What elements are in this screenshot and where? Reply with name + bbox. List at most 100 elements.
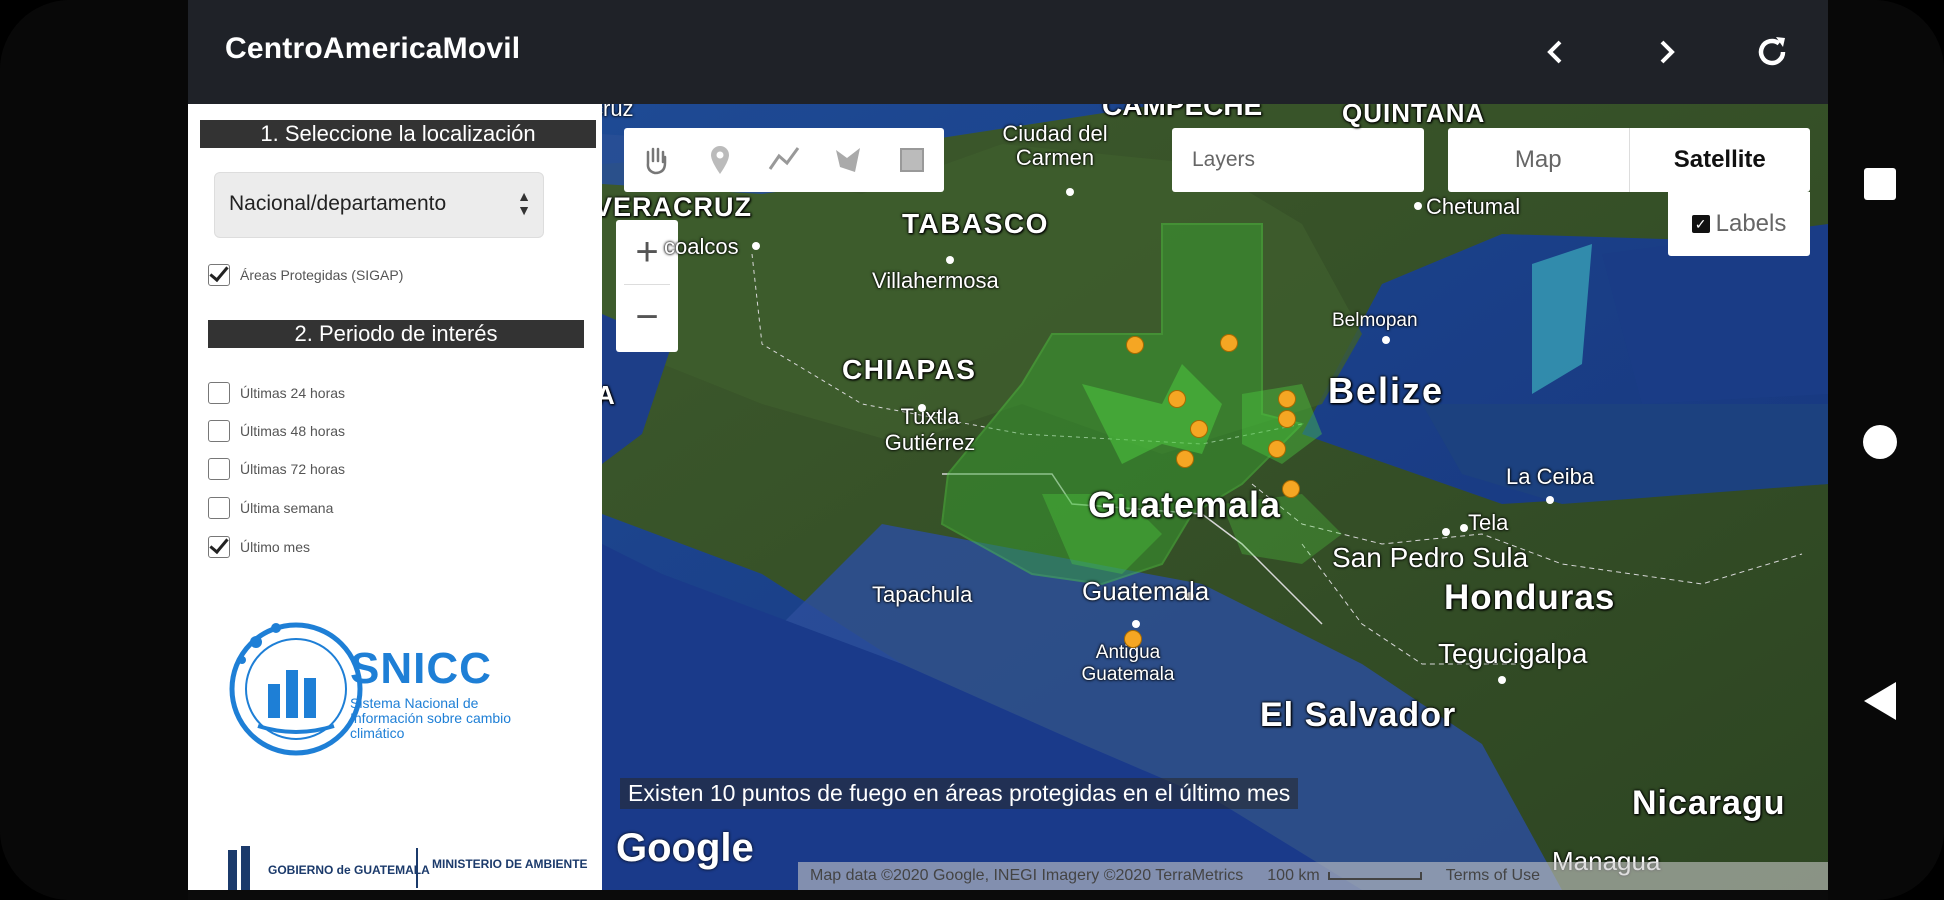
section-period-header: 2. Periodo de interés	[208, 320, 584, 348]
map-city-tela: Tela	[1468, 510, 1509, 535]
sidebar: 1. Seleccione la localización Nacional/d…	[188, 104, 602, 890]
labels-checkbox[interactable]: ✓	[1691, 215, 1710, 233]
scale-label: 100 km	[1267, 867, 1320, 884]
app-screen: CentroAmericaMovil 1. Seleccione la loca…	[188, 0, 1828, 890]
left-bezel	[0, 0, 188, 900]
snicc-logo-title: SNICC	[350, 644, 492, 693]
zoom-out-button[interactable]: −	[616, 285, 678, 349]
map-type-control: Map Satellite	[1448, 128, 1810, 192]
map-type-map-button[interactable]: Map	[1448, 128, 1630, 192]
city-pin	[918, 404, 926, 412]
period-label: Últimas 48 horas	[240, 423, 346, 439]
period-label: Últimas 24 horas	[240, 385, 346, 401]
location-select[interactable]: Nacional/departamento ▲ ▼	[214, 172, 544, 238]
period-option[interactable]: Últimas 48 horas	[208, 418, 345, 444]
fire-point-marker[interactable]	[1190, 420, 1208, 438]
map-label-quintana: QUINTANA	[1342, 104, 1486, 128]
fire-point-marker[interactable]	[1282, 480, 1300, 498]
period-option[interactable]: Últimas 72 horas	[208, 456, 345, 482]
labels-label: Labels	[1715, 210, 1787, 237]
phone-frame: CentroAmericaMovil 1. Seleccione la loca…	[0, 0, 1944, 900]
period-label: Último mes	[240, 539, 311, 555]
marker-icon	[711, 146, 729, 174]
city-pin	[752, 242, 760, 250]
period-option[interactable]: Últimas 24 horas	[208, 380, 345, 406]
select-arrows-icon: ▲ ▼	[517, 188, 531, 218]
fire-point-marker[interactable]	[1124, 630, 1142, 648]
period-label: Últimas 72 horas	[240, 461, 346, 477]
section-location-header: 1. Seleccione la localización	[200, 120, 596, 148]
labels-toggle[interactable]: ✓ Labels	[1668, 192, 1810, 256]
government-label: GOBIERNO de GUATEMALA	[268, 863, 430, 877]
period-checkbox[interactable]	[208, 458, 230, 480]
layers-placeholder: Layers	[1192, 148, 1256, 171]
period-checkbox[interactable]	[208, 497, 230, 519]
forward-nav-button[interactable]	[1638, 24, 1694, 80]
map-city-tapachula: Tapachula	[872, 582, 973, 607]
back-nav-button[interactable]	[1528, 24, 1584, 80]
period-label: Última semana	[240, 500, 334, 516]
map-label-guatemala: Guatemala	[1088, 484, 1282, 525]
map-label-campeche: CAMPECHE	[1102, 104, 1263, 121]
map-city-belmopan: Belmopan	[1332, 310, 1418, 331]
map-city-la-ceiba: La Ceiba	[1506, 464, 1595, 489]
map-label-belize: Belize	[1328, 370, 1445, 411]
line-tool-button[interactable]	[752, 128, 816, 192]
protected-areas-checkbox[interactable]	[208, 264, 230, 286]
map-city-cruz: cruz	[602, 104, 634, 121]
map-city-coatzacoalcos: coalcos	[664, 234, 739, 259]
scale-bar	[1327, 872, 1422, 880]
marker-tool-button[interactable]	[688, 128, 752, 192]
city-pin	[946, 256, 954, 264]
map-label-nicaragua: Nicaragu	[1632, 784, 1786, 822]
location-select-value: Nacional/departamento	[229, 192, 447, 215]
fire-point-marker[interactable]	[1176, 450, 1194, 468]
polygon-tool-button[interactable]	[816, 128, 880, 192]
map-city-villahermosa: Villahermosa	[872, 268, 999, 293]
city-pin	[1442, 528, 1450, 536]
chevron-left-icon	[1547, 40, 1562, 64]
layers-dropdown[interactable]: Layers	[1172, 128, 1424, 192]
map-label-veracruz: VERACRUZ	[602, 192, 753, 222]
fire-point-marker[interactable]	[1168, 390, 1186, 408]
city-pin	[1460, 524, 1468, 532]
snicc-logo-subtitle: Sistema Nacional de Información sobre ca…	[350, 695, 512, 741]
protected-areas-label: Áreas Protegidas (SIGAP)	[240, 267, 404, 283]
fire-point-marker[interactable]	[1278, 410, 1296, 428]
map-type-satellite-button[interactable]: Satellite	[1630, 128, 1811, 192]
period-checkbox[interactable]	[208, 420, 230, 442]
ministry-label: MINISTERIO DE AMBIENTE	[432, 857, 588, 871]
city-pin	[1414, 202, 1422, 210]
map-city-ciudad-del-carmen: Ciudad del Carmen	[1002, 121, 1108, 170]
home-button[interactable]	[1862, 424, 1898, 465]
circle-icon	[1863, 425, 1897, 459]
map-view[interactable]: + − Layers Map Satellite ✓ Labels CAMPEC…	[602, 104, 1828, 890]
hand-icon	[646, 147, 667, 175]
terms-link[interactable]: Terms of Use	[1446, 867, 1540, 885]
system-back-button[interactable]	[1862, 680, 1898, 727]
rectangle-tool-button[interactable]	[880, 128, 944, 192]
period-option[interactable]: Último mes	[208, 534, 310, 560]
fire-count-message: Existen 10 puntos de fuego en áreas prot…	[620, 778, 1299, 809]
map-label-honduras: Honduras	[1444, 578, 1616, 617]
fire-point-marker[interactable]	[1268, 440, 1286, 458]
fire-point-marker[interactable]	[1126, 336, 1144, 354]
period-option[interactable]: Última semana	[208, 495, 333, 521]
polygon-icon	[836, 148, 860, 172]
recents-button[interactable]	[1862, 166, 1898, 207]
refresh-icon	[1758, 37, 1786, 66]
protected-areas-checkbox-row[interactable]: Áreas Protegidas (SIGAP)	[208, 262, 403, 288]
city-pin	[1498, 676, 1506, 684]
fire-point-marker[interactable]	[1220, 334, 1238, 352]
pan-tool-button[interactable]	[624, 128, 688, 192]
period-checkbox[interactable]	[208, 536, 230, 558]
app-title: CentroAmericaMovil	[225, 32, 521, 65]
fire-point-marker[interactable]	[1278, 390, 1296, 408]
refresh-button[interactable]	[1744, 24, 1800, 80]
map-city-chetumal: Chetumal	[1426, 194, 1521, 219]
city-pin	[1066, 188, 1074, 196]
triangle-back-icon	[1864, 682, 1896, 720]
period-checkbox[interactable]	[208, 382, 230, 404]
polyline-icon	[768, 147, 800, 170]
map-label-el-salvador: El Salvador	[1260, 696, 1457, 734]
